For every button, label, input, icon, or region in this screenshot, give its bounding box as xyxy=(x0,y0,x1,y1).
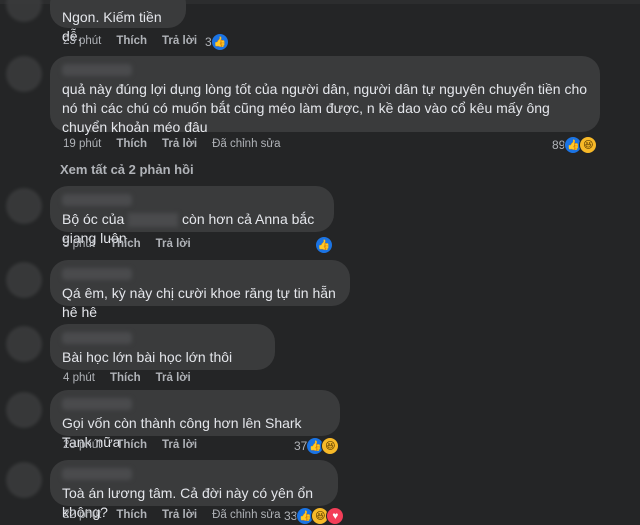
comment-bubble: Bộ óc của còn hơn cả Anna bắc giang luôn… xyxy=(50,186,334,246)
avatar[interactable] xyxy=(6,56,42,92)
reaction-count: 89 xyxy=(552,138,566,152)
reply-button[interactable]: Trả lời xyxy=(156,238,191,250)
redacted-name xyxy=(128,213,179,228)
like-button[interactable]: Thích xyxy=(110,372,141,384)
reply-button[interactable]: Trả lời xyxy=(156,372,191,384)
comment-author[interactable] xyxy=(62,332,132,344)
comment-time[interactable]: 4 phút xyxy=(63,372,95,384)
comment-text: quả này đúng lợi dụng lòng tốt của người… xyxy=(62,81,588,135)
comment-time[interactable]: 19 phút xyxy=(63,138,101,150)
like-button[interactable]: Thích xyxy=(116,138,147,150)
comment-actions: 19 phút Thích Trả lời Đã chỉnh sửa xyxy=(63,138,296,150)
avatar[interactable] xyxy=(6,262,42,298)
reaction-count: 37 xyxy=(294,439,308,453)
view-more-replies[interactable]: Xem tất cả 2 phản hồi xyxy=(60,162,194,177)
haha-icon: 😆 xyxy=(321,437,340,455)
comment-bubble: Bài học lớn bài học lớn thôi xyxy=(50,324,275,370)
reaction-summary[interactable]: 89 👍 😆 xyxy=(552,136,598,154)
comment-text: Bài học lớn bài học lớn thôi xyxy=(62,349,233,365)
reaction-count: 33 xyxy=(284,509,298,523)
comment-bubble: Toà án lương tâm. Cả đời này có yên ổn k… xyxy=(50,460,338,520)
avatar[interactable] xyxy=(6,0,42,22)
reaction-summary[interactable]: 37 👍 😆 xyxy=(294,437,340,455)
reaction-summary[interactable]: 33 👍 😆 ♥ xyxy=(284,507,345,525)
reaction-summary[interactable]: 👍 xyxy=(315,236,333,254)
avatar[interactable] xyxy=(6,326,42,362)
comment-author[interactable] xyxy=(62,64,132,76)
comment-author[interactable] xyxy=(62,268,132,280)
comment-bubble: Qá êm, kỳ này chị cười khoe răng tự tin … xyxy=(50,260,350,320)
love-icon: ♥ xyxy=(326,507,345,525)
like-button[interactable]: Thích xyxy=(116,509,147,521)
comment-time[interactable]: 23 phút xyxy=(63,35,101,47)
comment-bubble: quả này đúng lợi dụng lòng tốt của người… xyxy=(50,56,600,135)
like-button[interactable]: Thích xyxy=(116,35,147,47)
comment-bubble: Ngon. Kiếm tiền dễ. xyxy=(50,0,186,44)
comment-actions: 5 phút Thích Trả lời xyxy=(63,238,206,250)
like-button[interactable]: Thích xyxy=(116,439,147,451)
comment-author[interactable] xyxy=(62,398,132,410)
comment-actions: 23 phút Thích Trả lời xyxy=(63,35,212,47)
like-button[interactable]: Thích xyxy=(110,238,141,250)
comment-text-start: Bộ óc của xyxy=(62,211,125,227)
avatar[interactable] xyxy=(6,392,42,428)
reply-button[interactable]: Trả lời xyxy=(162,35,197,47)
comment-author[interactable] xyxy=(62,468,132,480)
like-icon: 👍 xyxy=(315,236,333,254)
comment-time[interactable]: 5 phút xyxy=(63,238,95,250)
comment-time[interactable]: 23 phút xyxy=(63,439,101,451)
reply-button[interactable]: Trả lời xyxy=(162,439,197,451)
reply-button[interactable]: Trả lời xyxy=(162,138,197,150)
avatar[interactable] xyxy=(6,462,42,498)
haha-icon: 😆 xyxy=(579,136,598,154)
reply-button[interactable]: Trả lời xyxy=(162,509,197,521)
reaction-summary[interactable]: 3 👍 xyxy=(205,33,229,51)
comment-bubble: Gọi vốn còn thành công hơn lên Shark Tan… xyxy=(50,390,340,450)
comment-text: Qá êm, kỳ này chị cười khoe răng tự tin … xyxy=(62,285,336,320)
comment-actions: 22 phút Thích Trả lời Đã chỉnh sửa xyxy=(63,509,296,521)
edited-label[interactable]: Đã chỉnh sửa xyxy=(212,138,280,150)
comment-actions: 23 phút Thích Trả lời xyxy=(63,439,212,451)
like-icon: 👍 xyxy=(210,33,229,51)
comment-time[interactable]: 22 phút xyxy=(63,509,101,521)
edited-label[interactable]: Đã chỉnh sửa xyxy=(212,509,280,521)
comment-author[interactable] xyxy=(62,194,132,206)
comment-actions: 4 phút Thích Trả lời xyxy=(63,372,206,384)
avatar[interactable] xyxy=(6,188,42,224)
